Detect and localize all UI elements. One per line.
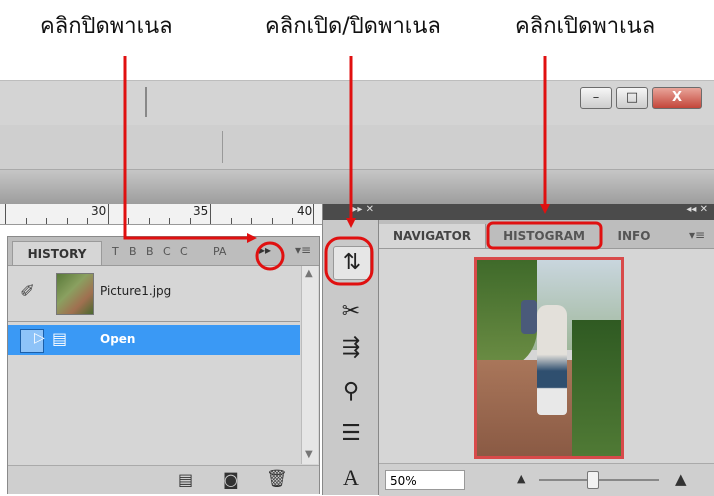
highlight-history-icon: [324, 236, 374, 286]
arrow-close-panel: [123, 56, 257, 243]
highlight-collapse-button: [255, 241, 285, 271]
annotation-overlay: [123, 56, 603, 286]
highlight-histogram-tab: [486, 221, 603, 250]
